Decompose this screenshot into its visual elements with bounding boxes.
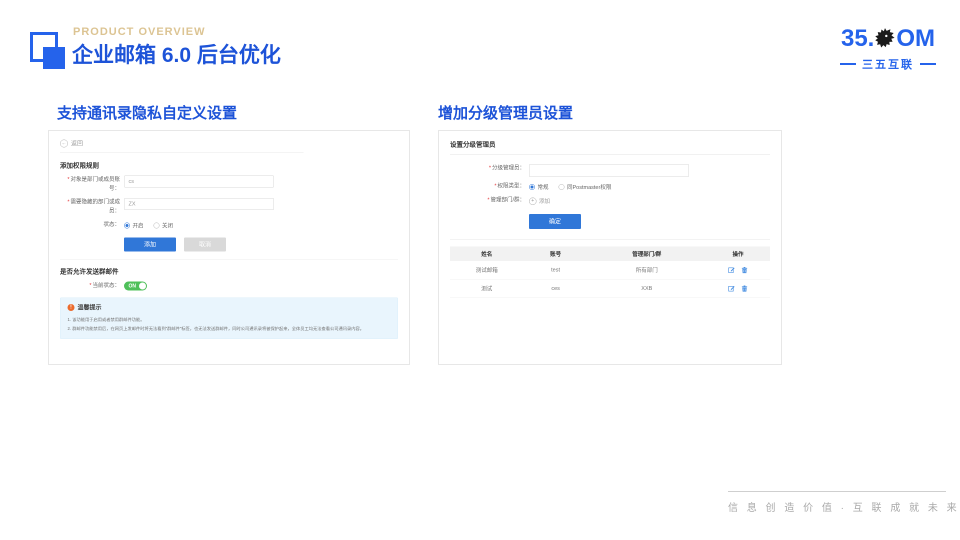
radio-selected-icon <box>529 184 535 190</box>
group-mail-section: 是否允许发送群邮件 *当前状态： ON ! 温馨提示 1. 该功能用于启用或者禁… <box>60 260 398 339</box>
add-icon: + <box>529 197 537 205</box>
privacy-settings-panel: ← 返回 添加权限规则 *对象是部门或成员账号： *需要隐藏的部门或成员： 状态… <box>48 130 410 365</box>
edit-icon[interactable] <box>728 285 735 292</box>
admin-settings-panel: 设置分级管理员 *分级管理员： *权限类型： 常规 同Postmaster权限 <box>438 130 782 365</box>
brand-dash-left <box>840 63 856 65</box>
status-radio-off[interactable]: 关闭 <box>154 222 174 230</box>
group-mail-title: 是否允许发送群邮件 <box>60 266 398 276</box>
notice-line: 2. 群邮件功能禁用后，在网页上发邮件时将无法看到“群邮件”标签，也无法发送群邮… <box>68 325 391 334</box>
right-section-title: 增加分级管理员设置 <box>438 102 573 123</box>
left-section-title: 支持通讯录隐私自定义设置 <box>57 102 237 123</box>
radio-unselected-icon <box>154 223 160 229</box>
back-link[interactable]: ← 返回 <box>60 139 303 153</box>
admin-table: 姓名 账号 管理部门/群 操作 测试邮箱 test 所有部门 <box>450 247 770 299</box>
delete-icon[interactable] <box>741 267 748 274</box>
eyebrow-text: PRODUCT OVERVIEW <box>73 26 206 38</box>
cell-account: ces <box>524 279 588 298</box>
required-mark: * <box>89 283 91 289</box>
status-label: 状态： <box>60 221 124 230</box>
notice-title: 温馨提示 <box>78 303 102 312</box>
perm-radio-postmaster[interactable]: 同Postmaster权限 <box>559 183 612 191</box>
cell-name: 测试邮箱 <box>450 261 524 279</box>
perm-type-label: *权限类型： <box>450 182 529 191</box>
radio-selected-icon <box>124 223 130 229</box>
required-mark: * <box>489 165 491 171</box>
status-row: 状态： 开启 关闭 <box>60 221 398 230</box>
current-status-row: *当前状态： ON <box>60 282 398 291</box>
dept-group-row: *管理部门/群： + 添加 <box>450 196 770 205</box>
hidden-field-row: *需要隐藏的部门或成员： <box>60 198 398 216</box>
add-dept-link[interactable]: + 添加 <box>529 197 550 205</box>
col-header-ops: 操作 <box>706 247 770 262</box>
col-header-dept: 管理部门/群 <box>588 247 706 262</box>
back-label: 返回 <box>71 139 83 148</box>
divider <box>450 239 770 240</box>
brand-text-pre: 35. <box>841 26 874 52</box>
current-status-label: *当前状态： <box>60 282 124 291</box>
hidden-field-label: *需要隐藏的部门或成员： <box>60 198 124 216</box>
brand-logo: 35. OM 三五互联 <box>828 26 948 72</box>
admin-field-label: *分级管理员： <box>450 164 529 173</box>
dragon-icon <box>872 26 898 52</box>
radio-unselected-icon <box>559 184 565 190</box>
add-rule-title: 添加权限规则 <box>60 160 398 170</box>
perm-radio-normal[interactable]: 常规 <box>529 183 549 191</box>
required-mark: * <box>67 199 69 205</box>
target-field-input[interactable] <box>124 176 274 188</box>
cell-name: 测试 <box>450 279 524 298</box>
notice-line: 1. 该功能用于启用或者禁用群邮件功能。 <box>68 316 391 325</box>
brand-subtitle: 三五互联 <box>862 56 914 72</box>
brand-dash-right <box>920 63 936 65</box>
col-header-name: 姓名 <box>450 247 524 262</box>
brand-text-post: OM <box>896 26 935 52</box>
target-field-row: *对象是部门或成员账号： <box>60 176 398 194</box>
slide-logo-mark <box>30 32 70 74</box>
admin-field-input[interactable] <box>529 164 689 177</box>
cancel-button[interactable]: 取消 <box>184 238 226 252</box>
page-title: 企业邮箱 6.0 后台优化 <box>72 39 281 69</box>
group-mail-toggle[interactable]: ON <box>124 282 147 291</box>
required-mark: * <box>487 197 489 203</box>
perm-type-row: *权限类型： 常规 同Postmaster权限 <box>450 182 770 191</box>
dept-group-label: *管理部门/群： <box>450 196 529 205</box>
footer-slogan: 信 息 创 造 价 值 · 互 联 成 就 未 来 <box>728 491 946 514</box>
cell-account: test <box>524 261 588 279</box>
table-row: 测试 ces XXB <box>450 279 770 298</box>
warning-icon: ! <box>68 304 75 311</box>
target-field-label: *对象是部门或成员账号： <box>60 176 124 194</box>
hidden-field-input[interactable] <box>124 198 274 210</box>
logo-filled-square <box>43 47 65 69</box>
table-row: 测试邮箱 test 所有部门 <box>450 261 770 279</box>
required-mark: * <box>494 183 496 189</box>
confirm-button[interactable]: 确定 <box>529 214 581 229</box>
status-radio-on[interactable]: 开启 <box>124 222 144 230</box>
notice-box: ! 温馨提示 1. 该功能用于启用或者禁用群邮件功能。 2. 群邮件功能禁用后，… <box>60 298 398 339</box>
admin-field-row: *分级管理员： <box>450 164 770 177</box>
required-mark: * <box>67 177 69 183</box>
edit-icon[interactable] <box>728 267 735 274</box>
cell-dept: 所有部门 <box>588 261 706 279</box>
set-admin-title: 设置分级管理员 <box>450 139 770 155</box>
delete-icon[interactable] <box>741 285 748 292</box>
back-icon: ← <box>60 139 68 147</box>
col-header-account: 账号 <box>524 247 588 262</box>
cell-dept: XXB <box>588 279 706 298</box>
add-button[interactable]: 添加 <box>124 238 176 252</box>
